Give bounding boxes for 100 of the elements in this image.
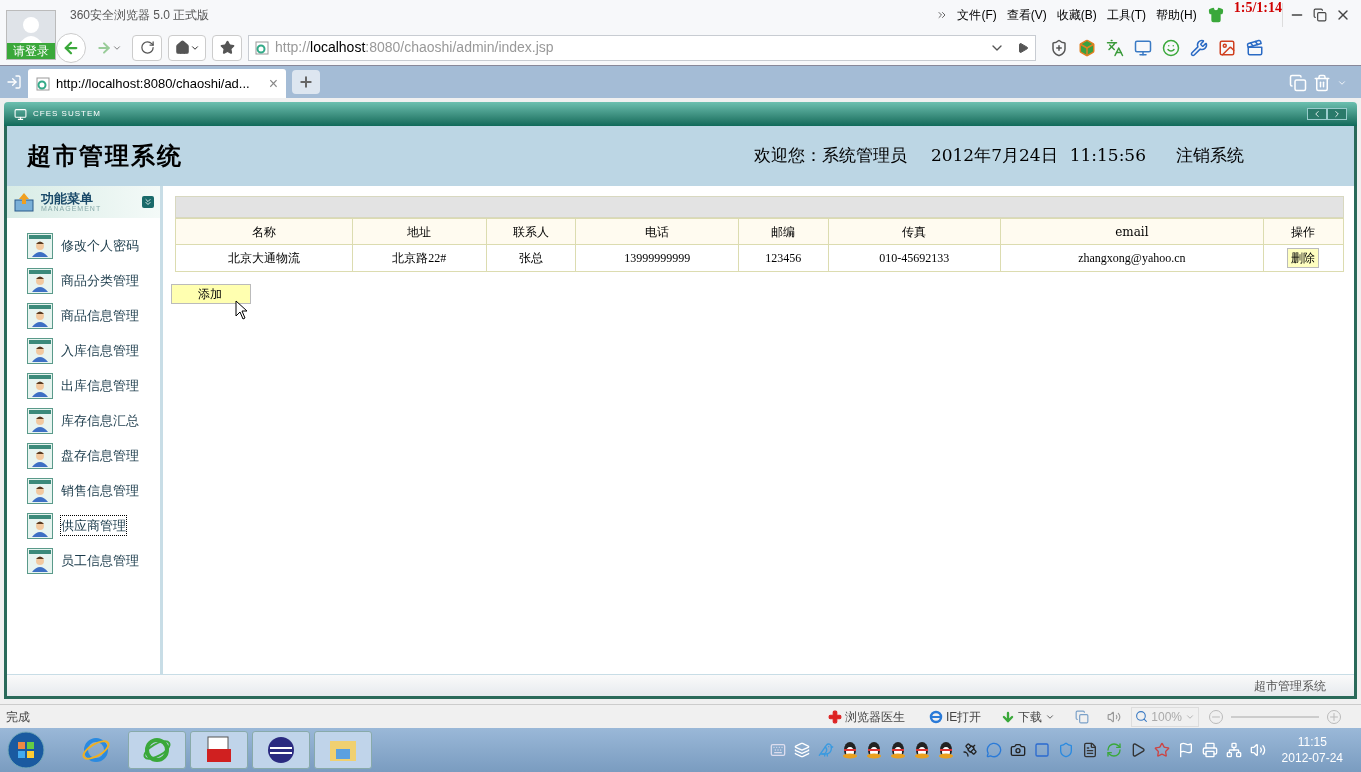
table-cell: 北京大通物流 xyxy=(175,244,353,272)
menu-item[interactable]: 查看(V) xyxy=(1006,6,1047,24)
penguin-icon[interactable] xyxy=(865,741,882,759)
shirt-icon[interactable] xyxy=(1207,7,1224,23)
trash-icon[interactable] xyxy=(1313,74,1331,92)
window-title: 360安全浏览器 5.0 正式版 xyxy=(70,7,210,24)
penguin-icon[interactable] xyxy=(913,741,930,759)
tab-title: http://localhost:8080/chaoshi/ad... xyxy=(56,74,251,93)
browser-tab[interactable]: http://localhost:8080/chaoshi/ad... × xyxy=(28,69,286,98)
restore-icon[interactable] xyxy=(1313,8,1327,22)
penguin-icon[interactable] xyxy=(841,741,858,759)
medical-cross-icon xyxy=(827,709,842,724)
notepad-icon[interactable] xyxy=(1081,742,1098,758)
current-date: 2012年7月24日 xyxy=(930,144,1058,168)
footer-text: 超市管理系统 xyxy=(1254,677,1326,695)
page-icon xyxy=(36,76,50,91)
windows-icon[interactable] xyxy=(1289,74,1307,92)
windows-icon[interactable] xyxy=(793,742,810,758)
menu-item[interactable]: 文件(F) xyxy=(957,6,997,24)
sidebar-item[interactable]: 员工信息管理 xyxy=(61,550,139,571)
home-button[interactable] xyxy=(168,34,206,61)
user-card-icon xyxy=(27,407,53,434)
url-text: http://localhost:8080/chaoshi/admin/index.jsp xyxy=(275,38,554,57)
scroll-left-button[interactable] xyxy=(1307,108,1327,120)
eclipse-icon[interactable] xyxy=(252,731,310,769)
current-time: 11:15:56 xyxy=(1069,144,1146,168)
sidebar-item[interactable]: 出库信息管理 xyxy=(61,375,139,396)
sidebar-item[interactable]: 库存信息汇总 xyxy=(61,410,139,431)
user-card-icon xyxy=(27,477,53,504)
volume-icon[interactable] xyxy=(1107,709,1122,724)
delete-button[interactable]: 删除 xyxy=(1287,248,1320,268)
scroll-right-button[interactable] xyxy=(1327,108,1347,120)
new-tab-button[interactable] xyxy=(292,70,320,94)
back-button[interactable] xyxy=(56,32,86,63)
browser-doctor-button[interactable]: 浏览器医生 xyxy=(827,707,905,726)
sidebar-item[interactable]: 修改个人密码 xyxy=(61,235,139,256)
penguin-icon[interactable] xyxy=(937,741,954,759)
column-header: 邮编 xyxy=(738,218,829,245)
user-card-icon xyxy=(27,442,53,469)
video-icon[interactable] xyxy=(1246,38,1264,57)
home-icon xyxy=(174,40,190,55)
menu-item[interactable]: 帮助(H) xyxy=(1156,6,1197,24)
sidebar-item[interactable]: 销售信息管理 xyxy=(61,480,139,501)
sidebar-item[interactable]: 供应商管理 xyxy=(61,515,126,536)
user-card-icon xyxy=(27,512,53,539)
chat-icon[interactable] xyxy=(985,742,1002,758)
menu-item[interactable]: 工具(T) xyxy=(1106,6,1147,24)
network-icon[interactable] xyxy=(1225,742,1242,758)
camera-icon[interactable] xyxy=(1009,742,1026,758)
page-icon xyxy=(255,40,269,55)
satellite-icon[interactable] xyxy=(961,742,978,758)
ie-open-button[interactable]: IE打开 xyxy=(928,707,982,726)
column-header: email xyxy=(1000,218,1264,245)
start-button[interactable] xyxy=(6,730,46,770)
sidebar-toggle-icon[interactable] xyxy=(6,74,22,90)
table-cell: 张总 xyxy=(486,244,576,272)
monitor-icon xyxy=(14,107,27,121)
flag-icon[interactable] xyxy=(1177,742,1194,758)
wrench-icon[interactable] xyxy=(1190,38,1208,57)
system-banner-label: CFES SUSTEM xyxy=(33,108,101,120)
user-card-icon xyxy=(27,267,53,294)
toolbox-icon[interactable] xyxy=(190,731,248,769)
logout-link[interactable]: 注销系统 xyxy=(1176,143,1244,169)
app-icon[interactable] xyxy=(1033,742,1050,758)
shield-icon[interactable] xyxy=(1050,38,1068,57)
sidebar-item[interactable]: 商品信息管理 xyxy=(61,305,139,326)
forward-arrow-icon xyxy=(96,39,112,56)
screenshot-icon[interactable] xyxy=(1134,38,1152,57)
user-card-icon xyxy=(27,302,53,329)
user-card-icon xyxy=(27,372,53,399)
go-icon[interactable] xyxy=(1017,41,1029,54)
translate-icon[interactable] xyxy=(1106,38,1124,57)
favorite-button[interactable] xyxy=(212,34,242,61)
sidebar-item[interactable]: 盘存信息管理 xyxy=(61,445,139,466)
download-button[interactable]: 下载 xyxy=(1001,707,1056,726)
cube-icon[interactable] xyxy=(1078,38,1096,57)
tab-close-button[interactable]: × xyxy=(268,71,278,96)
sidebar-item[interactable]: 入库信息管理 xyxy=(61,340,139,361)
upload-tray-icon xyxy=(13,192,35,212)
video-timestamp: 1:5/1:14 xyxy=(1233,0,1282,16)
image-icon[interactable] xyxy=(1218,38,1236,57)
table-cell: 13999999999 xyxy=(575,244,739,272)
windows-icon[interactable] xyxy=(1075,709,1090,724)
star-icon xyxy=(219,40,235,55)
sidebar-item[interactable]: 商品分类管理 xyxy=(61,270,139,291)
mouse-cursor-icon xyxy=(235,300,249,320)
keyboard-icon[interactable] xyxy=(769,742,786,758)
welcome-text: 欢迎您：系统管理员 xyxy=(753,144,907,168)
column-header: 操作 xyxy=(1263,218,1344,245)
penguin-icon[interactable] xyxy=(889,741,906,759)
column-header: 地址 xyxy=(352,218,487,245)
volume-icon[interactable] xyxy=(1249,742,1266,758)
collapse-icon[interactable] xyxy=(142,196,154,208)
star-icon[interactable] xyxy=(1153,742,1170,758)
menu-item[interactable]: 收藏(B) xyxy=(1056,6,1097,24)
smiley-icon[interactable] xyxy=(1162,38,1180,57)
address-field[interactable]: http://localhost:8080/chaoshi/admin/index.jsp xyxy=(248,34,1036,61)
refresh-button[interactable] xyxy=(132,34,162,61)
add-button[interactable]: 添加 xyxy=(171,284,251,304)
column-header: 联系人 xyxy=(486,218,576,245)
